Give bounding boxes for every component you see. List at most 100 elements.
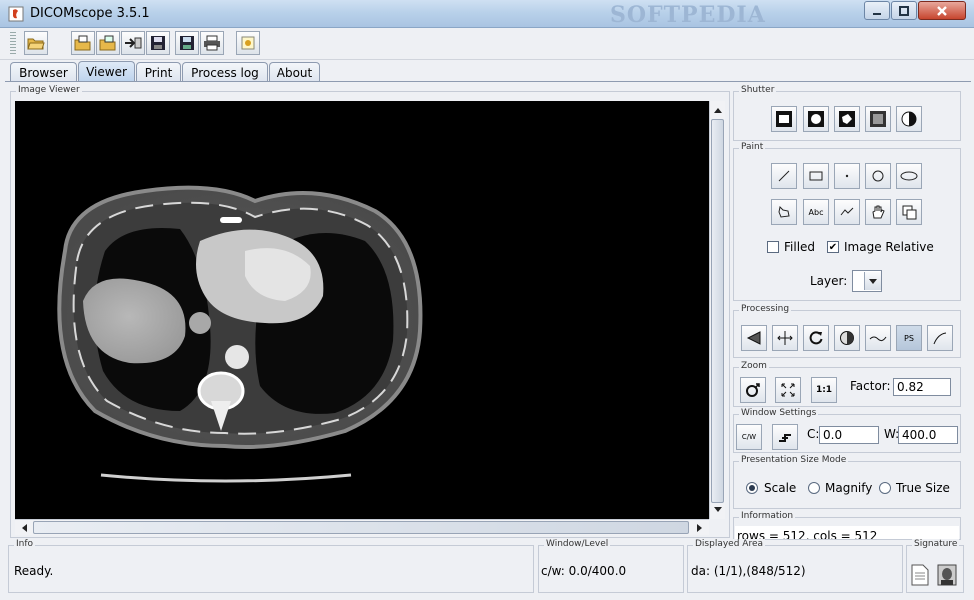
draw-point-button[interactable] bbox=[834, 163, 860, 189]
zoom-tool-button[interactable] bbox=[740, 377, 766, 403]
center-label: C: bbox=[807, 427, 820, 441]
zoom-title: Zoom bbox=[739, 361, 769, 371]
rotate-icon bbox=[809, 331, 823, 345]
draw-rectangle-button[interactable] bbox=[803, 163, 829, 189]
signature-title: Signature bbox=[912, 539, 960, 549]
scale-radio[interactable] bbox=[746, 482, 758, 494]
maximize-button[interactable] bbox=[891, 1, 917, 20]
scroll-down-button[interactable] bbox=[711, 503, 725, 517]
settings-icon bbox=[241, 36, 255, 50]
layer-dropdown-arrow[interactable] bbox=[864, 272, 881, 290]
magnifier-icon bbox=[746, 383, 760, 397]
information-text-area[interactable]: rows = 512, cols = 512 bbox=[735, 526, 959, 539]
save-as-button[interactable] bbox=[175, 31, 199, 55]
ellipse-icon bbox=[900, 171, 918, 181]
copy-icon bbox=[902, 205, 917, 220]
fit-to-window-button[interactable] bbox=[775, 377, 801, 403]
image-viewer-title: Image Viewer bbox=[16, 85, 82, 95]
scale-label: Scale bbox=[764, 481, 797, 495]
save-as-icon bbox=[180, 36, 194, 50]
bitmap-shutter-icon bbox=[870, 111, 886, 127]
presentation-state-button[interactable]: PS bbox=[896, 325, 922, 351]
close-button[interactable] bbox=[918, 1, 966, 20]
vertical-scroll-thumb[interactable] bbox=[711, 119, 724, 503]
draw-curve-button[interactable] bbox=[834, 199, 860, 225]
draw-ellipse-button[interactable] bbox=[896, 163, 922, 189]
image-horizontal-scrollbar[interactable] bbox=[15, 519, 709, 535]
window-level-title: Window/Level bbox=[544, 539, 611, 549]
document-icon[interactable] bbox=[910, 564, 930, 586]
draw-line-button[interactable] bbox=[771, 163, 797, 189]
magnify-radio[interactable] bbox=[808, 482, 820, 494]
lut-button[interactable] bbox=[865, 325, 891, 351]
layer-dropdown[interactable] bbox=[852, 270, 882, 292]
open-dicom-button[interactable] bbox=[71, 31, 95, 55]
circle-icon bbox=[872, 170, 884, 182]
magnify-label: Magnify bbox=[825, 481, 873, 495]
invert-button[interactable] bbox=[834, 325, 860, 351]
scroll-up-button[interactable] bbox=[711, 103, 725, 117]
true-size-label: True Size bbox=[896, 481, 950, 495]
expand-icon bbox=[781, 383, 795, 397]
print-button[interactable] bbox=[200, 31, 224, 55]
scroll-left-button[interactable] bbox=[17, 521, 31, 535]
tab-label: Browser bbox=[19, 65, 68, 80]
save-button[interactable] bbox=[146, 31, 170, 55]
window-center-input[interactable]: 0.0 bbox=[819, 426, 879, 444]
zoom-factor-input[interactable]: 0.82 bbox=[893, 378, 951, 396]
horizontal-scroll-thumb[interactable] bbox=[33, 521, 689, 534]
true-size-radio[interactable] bbox=[879, 482, 891, 494]
filled-checkbox[interactable] bbox=[767, 241, 779, 253]
rectangle-icon bbox=[809, 171, 823, 181]
presentation-size-title: Presentation Size Mode bbox=[739, 455, 849, 465]
tab-print[interactable]: Print bbox=[136, 62, 181, 82]
shutter-rectangular-button[interactable] bbox=[771, 106, 797, 132]
open-folder-button[interactable] bbox=[24, 31, 48, 55]
tab-browser[interactable]: Browser bbox=[10, 62, 77, 82]
ct-scan-image bbox=[57, 185, 423, 483]
tab-label: Process log bbox=[191, 65, 259, 80]
info-status-panel: Info Ready. bbox=[8, 539, 534, 593]
image-relative-checkbox[interactable]: ✔ bbox=[827, 241, 839, 253]
displayed-area-panel: Displayed Area da: (1/1),(848/512) bbox=[687, 539, 903, 593]
image-vertical-scrollbar[interactable] bbox=[709, 101, 725, 519]
gamma-curve-button[interactable] bbox=[927, 325, 953, 351]
scroll-right-button[interactable] bbox=[693, 521, 707, 535]
window-width-input[interactable]: 400.0 bbox=[898, 426, 958, 444]
layer-label: Layer: bbox=[810, 274, 848, 288]
info-status-text: Ready. bbox=[14, 564, 54, 578]
invert-shutter-icon bbox=[901, 111, 917, 127]
tab-process-log[interactable]: Process log bbox=[182, 62, 268, 82]
information-text: rows = 512, cols = 512 bbox=[737, 529, 878, 539]
copy-layer-button[interactable] bbox=[896, 199, 922, 225]
rotate-button[interactable] bbox=[803, 325, 829, 351]
send-button[interactable] bbox=[121, 31, 145, 55]
zoom-1to1-button[interactable]: 1:1 bbox=[811, 377, 837, 403]
window-preset-button[interactable] bbox=[772, 424, 798, 450]
open-pr-button[interactable] bbox=[96, 31, 120, 55]
toolbar-grip[interactable] bbox=[10, 32, 16, 56]
window-step-icon bbox=[779, 434, 791, 442]
window-center-width-button[interactable]: C/W bbox=[736, 424, 762, 450]
shutter-polygonal-button[interactable] bbox=[834, 106, 860, 132]
width-label: W: bbox=[884, 427, 900, 441]
flip-button[interactable] bbox=[741, 325, 767, 351]
arrow-right-icon bbox=[697, 524, 702, 532]
signature-face-icon[interactable] bbox=[937, 564, 957, 586]
tab-about[interactable]: About bbox=[269, 62, 320, 82]
mirror-button[interactable] bbox=[772, 325, 798, 351]
settings-button[interactable] bbox=[236, 31, 260, 55]
shutter-bitmap-button[interactable] bbox=[865, 106, 891, 132]
tab-viewer[interactable]: Viewer bbox=[78, 61, 135, 82]
invert-icon bbox=[840, 331, 854, 345]
mirror-icon bbox=[777, 331, 793, 345]
draw-circle-button[interactable] bbox=[865, 163, 891, 189]
minimize-button[interactable] bbox=[864, 1, 890, 20]
shutter-invert-button[interactable] bbox=[896, 106, 922, 132]
image-canvas[interactable] bbox=[15, 101, 709, 519]
draw-polyline-button[interactable] bbox=[771, 199, 797, 225]
minimize-icon bbox=[873, 12, 881, 15]
pan-button[interactable] bbox=[865, 199, 891, 225]
shutter-circular-button[interactable] bbox=[803, 106, 829, 132]
draw-text-button[interactable]: Abc bbox=[803, 199, 829, 225]
